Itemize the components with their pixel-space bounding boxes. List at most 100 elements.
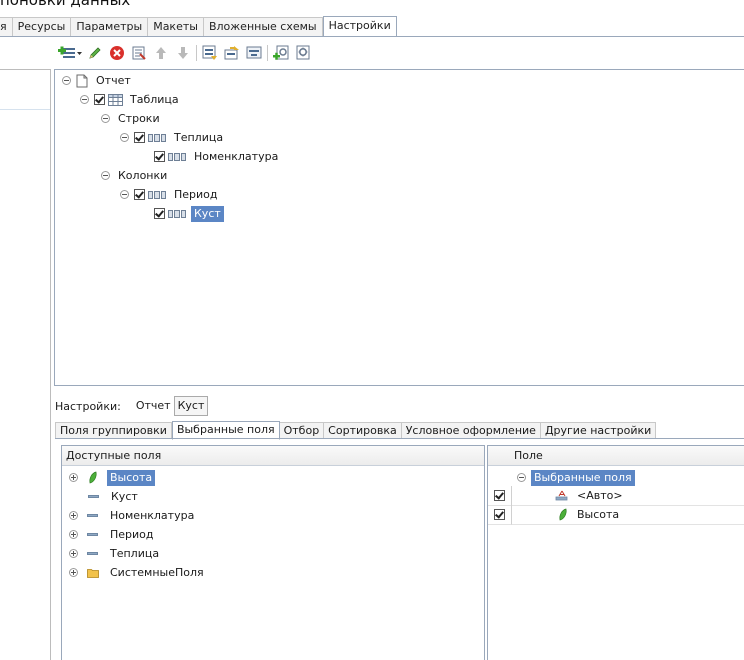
available-fields-header: Доступные поля [62, 446, 484, 466]
tree-node-greenhouse[interactable]: Теплица [120, 128, 226, 147]
window-title: поновки данных [0, 0, 131, 9]
toolbar-separator [196, 45, 197, 61]
checkbox[interactable] [94, 94, 105, 105]
tab-conditional-formatting[interactable]: Условное оформление [401, 422, 541, 439]
tab-parameters[interactable]: Параметры [71, 17, 149, 36]
checkbox[interactable] [494, 509, 505, 520]
grouping-icon [168, 152, 186, 161]
tab-partial[interactable]: я [0, 17, 13, 36]
properties-icon[interactable] [128, 42, 150, 64]
tab-other-settings[interactable]: Другие настройки [540, 422, 657, 439]
grouping-icon [168, 209, 186, 218]
field-row-nomenclature[interactable]: Номенклатура [69, 506, 197, 525]
group-fields-icon[interactable] [243, 42, 265, 64]
grouping-icon [148, 190, 166, 199]
tree-node-table[interactable]: Таблица [80, 90, 182, 109]
field-row-system-fields[interactable]: СистемныеПоля [69, 563, 207, 582]
tree-label: Отчет [96, 73, 131, 87]
add-settings-icon[interactable] [270, 42, 292, 64]
field-icon [87, 533, 98, 536]
checkbox[interactable] [154, 208, 165, 219]
tab-nested-schemas[interactable]: Вложенные схемы [203, 17, 323, 36]
expand-icon[interactable] [69, 473, 78, 482]
field-row-bush[interactable]: Куст [88, 487, 141, 506]
field-label: Теплица [110, 546, 160, 560]
left-side-panel [0, 69, 51, 660]
tab-grouping-fields[interactable]: Поля группировки [55, 422, 172, 439]
group-icon[interactable] [199, 42, 221, 64]
left-panel-row[interactable] [0, 90, 50, 110]
field-row-period[interactable]: Период [69, 525, 157, 544]
tree-label: Период [174, 187, 218, 201]
tree-label: Колонки [118, 168, 168, 182]
expand-icon[interactable] [69, 549, 78, 558]
field-label: Номенклатура [110, 508, 195, 522]
field-icon [87, 514, 98, 517]
field-label: СистемныеПоля [110, 565, 204, 579]
collapse-icon[interactable] [62, 76, 71, 85]
tree-node-bush[interactable]: Куст [154, 204, 224, 223]
field-label-selected: Высота [107, 469, 156, 486]
table-icon [108, 93, 123, 106]
auto-field-icon [555, 490, 568, 500]
edit-icon[interactable] [84, 42, 106, 64]
settings-icon[interactable] [292, 42, 314, 64]
report-icon [76, 74, 88, 87]
expand-icon[interactable] [69, 511, 78, 520]
settings-report-button[interactable]: Отчет [133, 397, 174, 415]
field-icon [88, 495, 99, 498]
checkbox[interactable] [154, 151, 165, 162]
collapse-icon[interactable] [120, 190, 129, 199]
tree-label-selected: Куст [191, 205, 224, 222]
settings-current-button[interactable]: Куст [173, 396, 209, 416]
tab-divider [0, 36, 744, 37]
grouping-icon [148, 133, 166, 142]
settings-tab-divider [55, 438, 744, 439]
tab-settings[interactable]: Настройки [322, 16, 397, 37]
checkbox[interactable] [494, 490, 505, 501]
collapse-icon[interactable] [120, 133, 129, 142]
tree-label: Теплица [174, 130, 224, 144]
expand-icon[interactable] [69, 530, 78, 539]
add-dropdown-icon[interactable] [56, 42, 84, 64]
field-label: <Авто> [577, 488, 623, 502]
selected-field-height[interactable]: Высота [512, 505, 744, 525]
field-row-height[interactable]: Высота [69, 468, 156, 487]
tree-label: Строки [118, 111, 160, 125]
settings-bar: Настройки: Отчет Куст [55, 396, 209, 416]
tree-node-nomenclature[interactable]: Номенклатура [154, 147, 281, 166]
tree-node-rows[interactable]: Строки [101, 109, 163, 128]
tree-label: Таблица [130, 92, 179, 106]
toolbar-separator [267, 45, 268, 61]
checkbox[interactable] [134, 132, 145, 143]
tab-sorting[interactable]: Сортировка [324, 422, 402, 439]
selected-field-auto[interactable]: <Авто> [512, 486, 744, 506]
tab-layouts[interactable]: Макеты [148, 17, 204, 36]
tree-node-period[interactable]: Период [120, 185, 221, 204]
move-up-icon[interactable] [150, 42, 172, 64]
field-label: Высота [577, 507, 620, 521]
folder-icon [87, 568, 99, 578]
collapse-icon[interactable] [101, 171, 110, 180]
settings-tab-strip: Поля группировки Выбранные поля Отбор Со… [55, 421, 657, 440]
toolbar [56, 42, 314, 64]
collapse-icon[interactable] [101, 114, 110, 123]
checkbox[interactable] [134, 189, 145, 200]
move-down-icon[interactable] [172, 42, 194, 64]
tab-strip: я Ресурсы Параметры Макеты Вложенные схе… [0, 16, 397, 37]
tab-filter[interactable]: Отбор [279, 422, 325, 439]
collapse-icon[interactable] [517, 473, 526, 482]
tab-resources[interactable]: Ресурсы [12, 17, 72, 36]
expand-icon[interactable] [69, 568, 78, 577]
structure-tree: Отчет Таблица Строки Теплица Номенклатур… [54, 69, 744, 386]
delete-icon[interactable] [106, 42, 128, 64]
collapse-icon[interactable] [80, 95, 89, 104]
selected-fields-group[interactable]: Выбранные поля [517, 468, 635, 487]
tree-node-report[interactable]: Отчет [62, 71, 134, 90]
selected-fields-header: Поле [488, 446, 744, 466]
field-icon [87, 552, 98, 555]
resource-icon [559, 508, 567, 521]
field-row-greenhouse[interactable]: Теплица [69, 544, 162, 563]
move-out-icon[interactable] [221, 42, 243, 64]
tree-node-columns[interactable]: Колонки [101, 166, 170, 185]
